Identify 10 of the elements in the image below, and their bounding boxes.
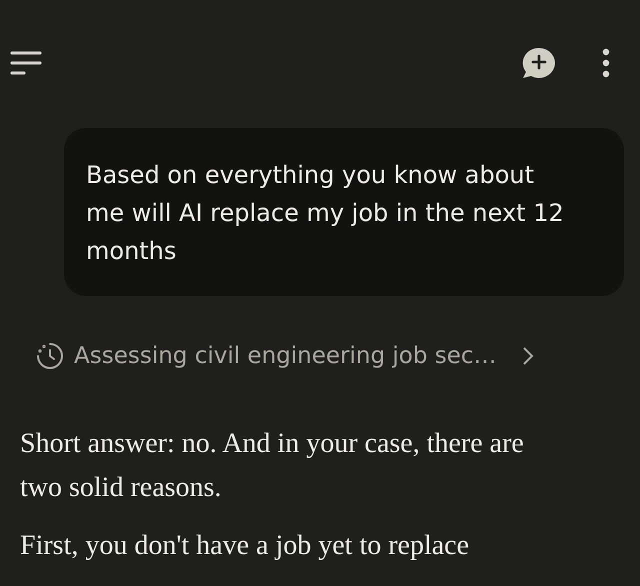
answer-paragraph: First, you don't have a job yet to replace: [20, 529, 470, 563]
status-text: Assessing civil engineering job sec…: [74, 343, 497, 369]
more-icon[interactable]: [602, 48, 610, 78]
thinking-status[interactable]: Assessing civil engineering job sec…: [36, 342, 535, 370]
clock-icon: [36, 342, 64, 370]
user-message: Based on everything you know about me will AI replace my job in the next 12 months: [86, 160, 565, 267]
new-chat-icon[interactable]: [522, 47, 556, 79]
chevron-right-icon: [520, 345, 535, 367]
answer-paragraph: Short answer: no. And in your case, there are two solid reasons.: [20, 427, 525, 505]
menu-icon[interactable]: [10, 49, 42, 77]
